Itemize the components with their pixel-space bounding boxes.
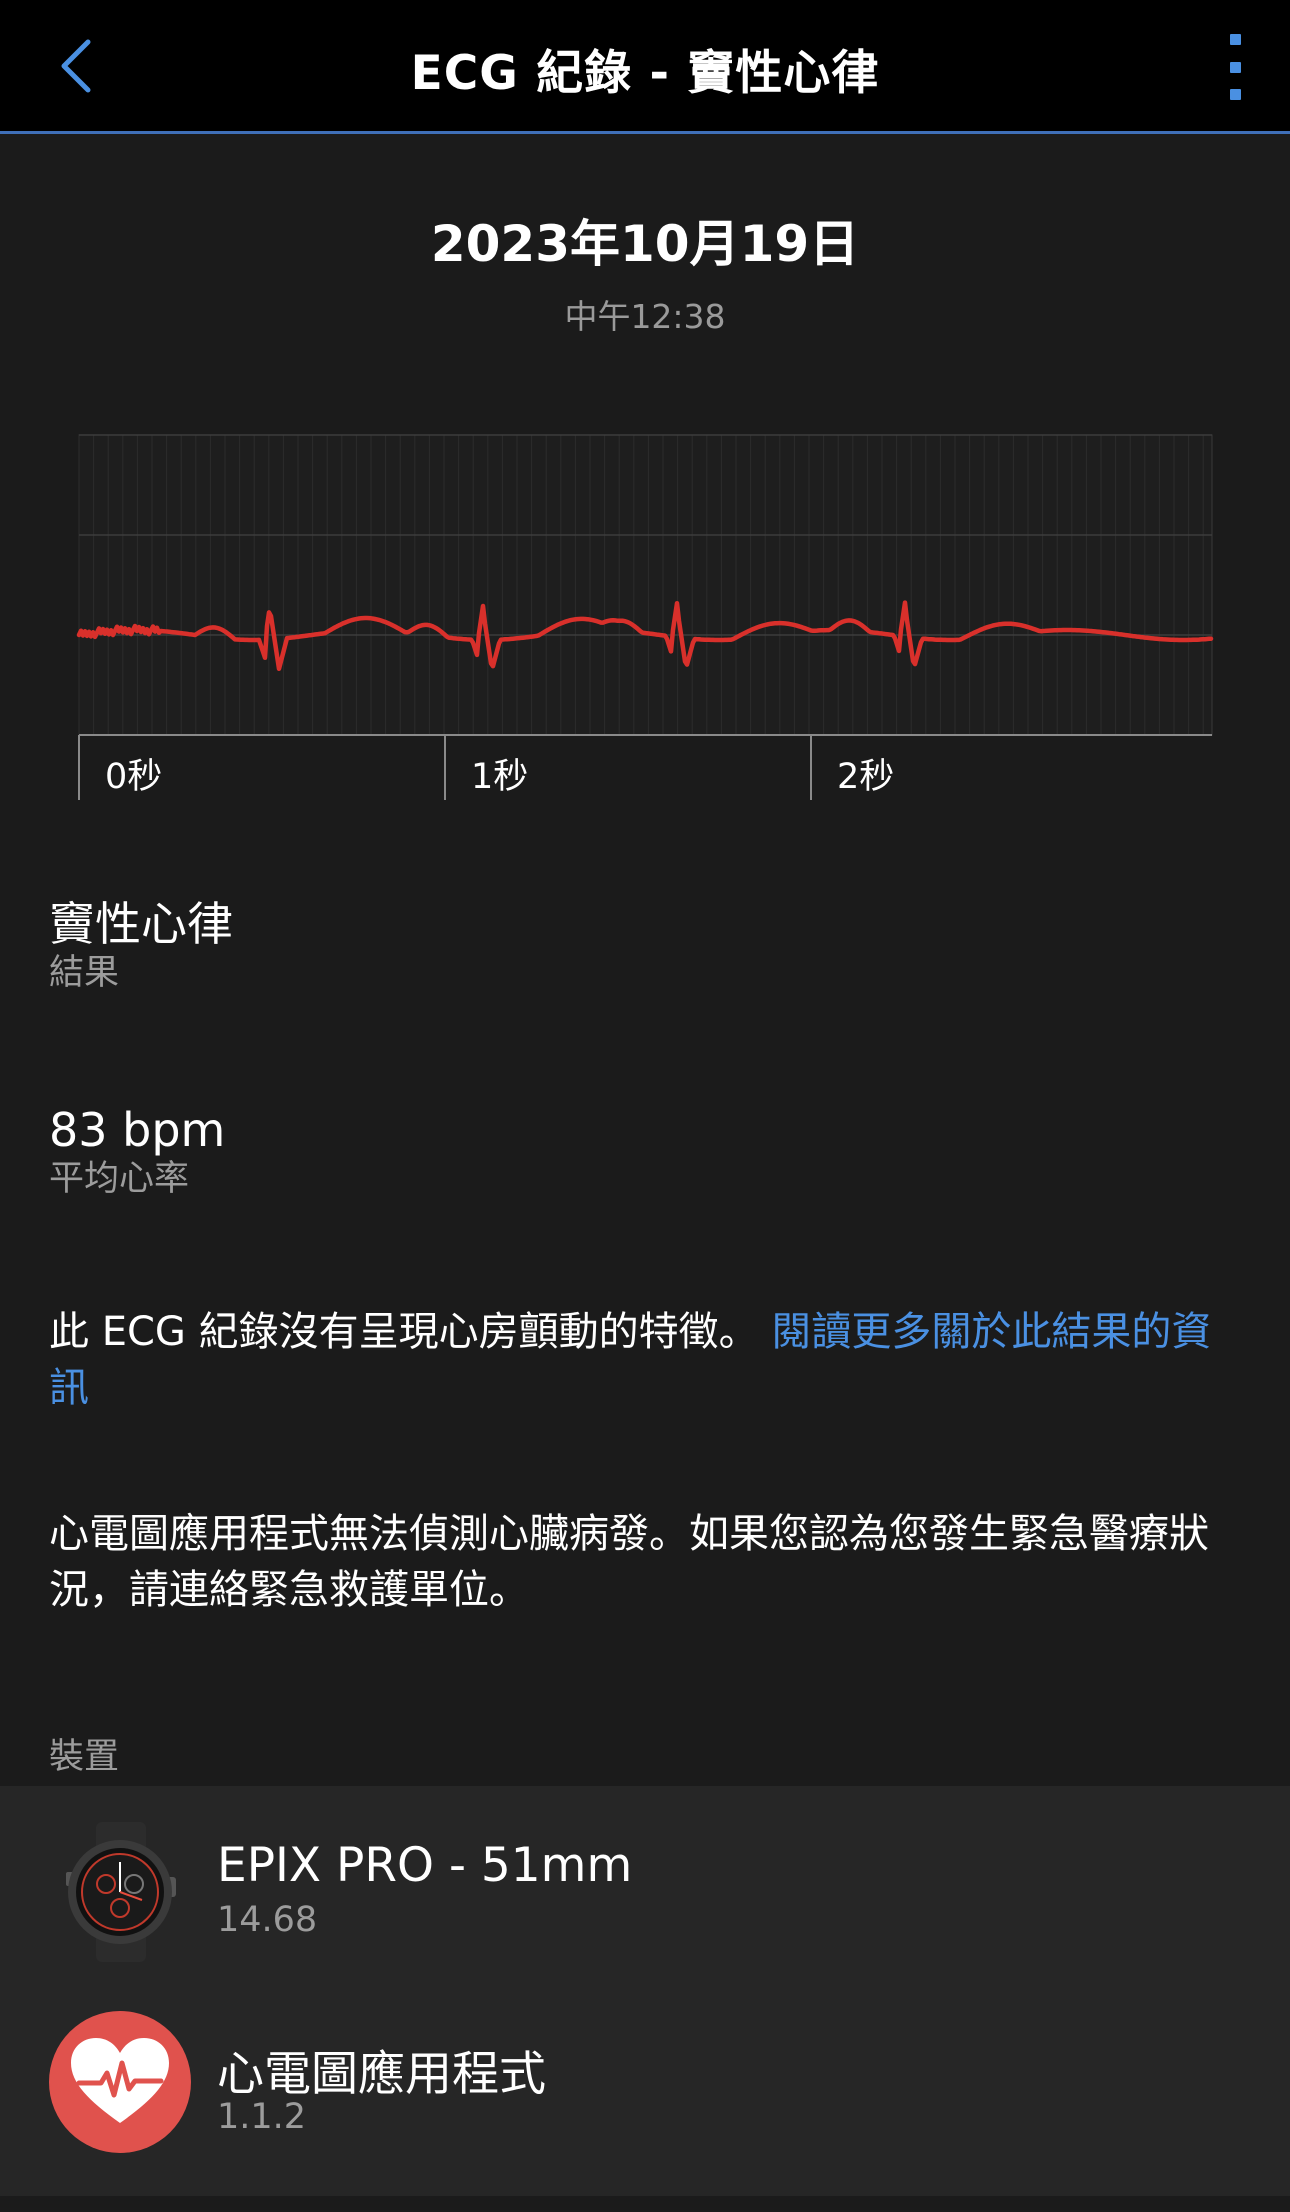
top-nav-bar: ECG 紀錄 - 竇性心律 [0,0,1290,134]
device-item-ecg-app[interactable]: 心電圖應用程式 1.1.2 [0,1991,1290,2191]
result-label: 結果 [49,953,120,993]
record-date: 2023年10月19日 [430,215,860,273]
watch-icon [66,1822,176,1962]
tick-label: 2秒 [837,757,894,797]
result-block: 竇性心律 結果 [49,896,1249,994]
heart-ecg-icon [49,2011,191,2153]
more-menu-button[interactable] [1220,34,1250,100]
menu-dot-icon [1229,89,1241,100]
heart-rate-label: 平均心率 [49,1159,190,1199]
result-value: 竇性心律 [49,897,233,951]
tick-label: 1秒 [471,757,528,797]
disclaimer-text: 心電圖應用程式無法偵測心臟病發。如果您認為您發生緊急醫療狀況，請連絡緊急救護單位… [49,1511,1209,1613]
heart-rate-block: 83 bpm 平均心率 [49,1102,1249,1200]
menu-dot-icon [1229,61,1241,73]
heart-rate-value: 83 bpm [49,1103,226,1157]
page-title: ECG 紀錄 - 竇性心律 [410,46,880,101]
ecg-strip-chart: 0秒 1秒 2秒 [76,434,1214,800]
afib-notice: 此 ECG 紀錄沒有呈現心房顫動的特徵。 閱讀更多關於此結果的資訊 [49,1304,1249,1416]
menu-dot-icon [1229,34,1241,45]
ecg-grid [78,434,1213,736]
devices-section-label: 裝置 [49,1737,120,1777]
ecg-time-axis: 0秒 1秒 2秒 [78,734,1212,800]
device-name: 心電圖應用程式 [217,2047,546,2102]
tick-label: 0秒 [105,757,162,797]
record-time: 中午12:38 [564,297,726,336]
devices-list: EPIX PRO - 51mm 14.68 心電圖應用程式 1.1.2 [0,1786,1290,2196]
device-item-watch[interactable]: EPIX PRO - 51mm 14.68 [0,1786,1290,1986]
device-version: 14.68 [217,1900,318,1940]
notice-text: 此 ECG 紀錄沒有呈現心房顫動的特徵。 [49,1309,772,1355]
device-name: EPIX PRO - 51mm [217,1838,633,1893]
device-version: 1.1.2 [217,2097,307,2137]
